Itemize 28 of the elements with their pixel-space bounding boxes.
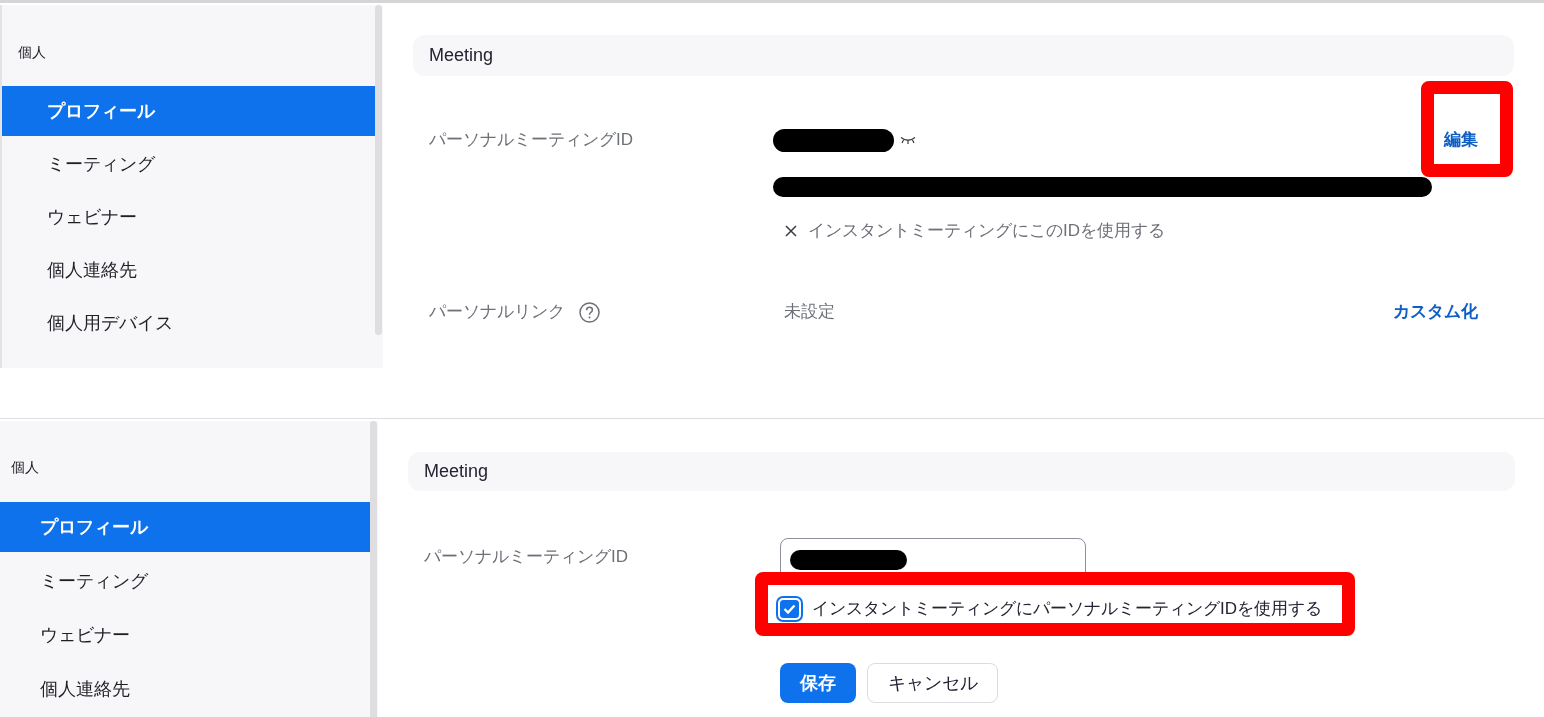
scrollbar[interactable] bbox=[375, 5, 382, 335]
section-title: Meeting bbox=[424, 461, 489, 482]
save-button[interactable]: 保存 bbox=[780, 663, 856, 703]
field-label: パーソナルミーティングID bbox=[429, 129, 633, 151]
sidebar-item[interactable]: ウェビナー bbox=[0, 610, 370, 660]
edit-link[interactable]: 編集 bbox=[1444, 128, 1478, 152]
sidebar-item[interactable]: ミーティング bbox=[0, 556, 370, 606]
option-text: インスタントミーティングにこのIDを使用する bbox=[808, 220, 1165, 242]
sidebar-heading: 個人 bbox=[11, 458, 39, 477]
checkbox[interactable] bbox=[776, 596, 803, 622]
sidebar-item[interactable]: 個人連絡先 bbox=[0, 664, 370, 714]
sidebar-item[interactable]: 個人用デバイス bbox=[2, 298, 375, 348]
field-label: パーソナルミーティングID bbox=[424, 546, 628, 568]
closed-eye-icon[interactable] bbox=[900, 136, 916, 144]
sidebar-item[interactable]: ウェビナー bbox=[2, 192, 375, 242]
scrollbar[interactable] bbox=[370, 421, 377, 717]
help-icon[interactable] bbox=[579, 301, 600, 323]
sidebar-item[interactable]: プロフィール bbox=[0, 502, 370, 552]
customize-link[interactable]: カスタム化 bbox=[1393, 300, 1478, 324]
section-title: Meeting bbox=[429, 45, 494, 66]
sidebar-heading: 個人 bbox=[18, 43, 46, 62]
sidebar-item[interactable]: プロフィール bbox=[2, 86, 375, 136]
field-value: 未設定 bbox=[784, 302, 835, 321]
cancel-button[interactable]: キャンセル bbox=[867, 663, 998, 703]
sidebar-item[interactable]: 個人連絡先 bbox=[2, 245, 375, 295]
checkbox-label: インスタントミーティングにパーソナルミーティングIDを使用する bbox=[812, 598, 1322, 620]
sidebar-item[interactable]: ミーティング bbox=[2, 139, 375, 189]
field-label: パーソナルリンク bbox=[429, 301, 565, 323]
